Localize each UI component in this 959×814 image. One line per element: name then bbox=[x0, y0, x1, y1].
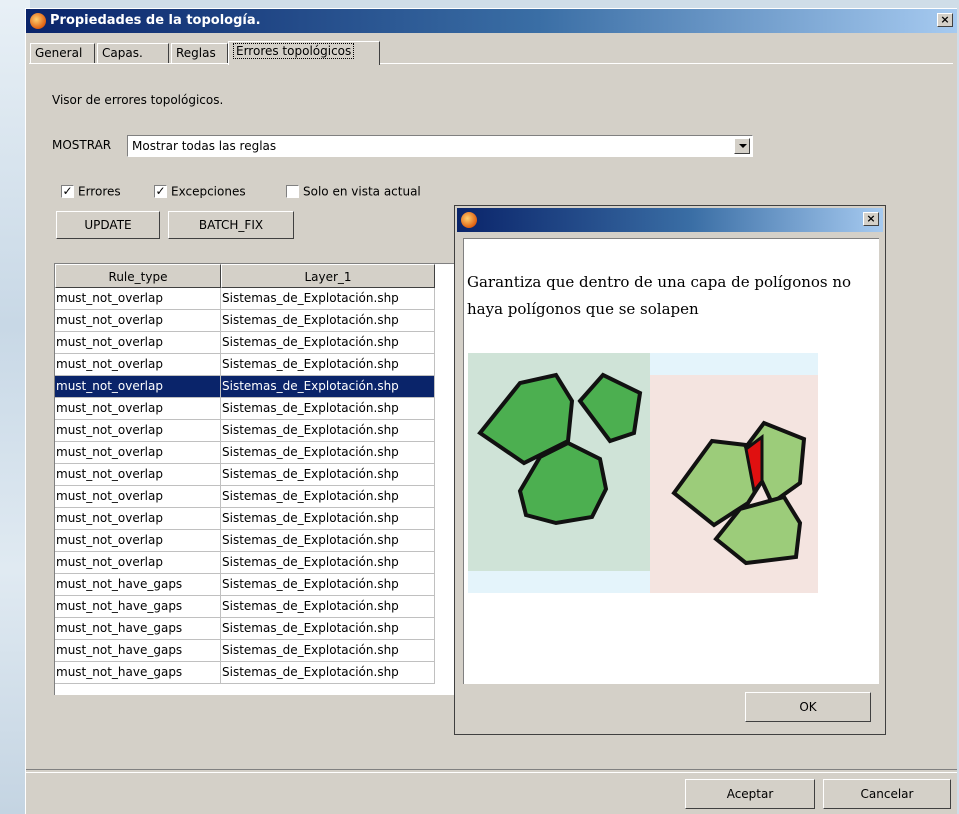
cell-layer-1: Sistemas_de_Explotación.shp bbox=[221, 640, 435, 662]
batch-fix-button[interactable]: BATCH_FIX bbox=[168, 211, 294, 239]
table-row[interactable]: must_not_overlap Sistemas_de_Explotación.… bbox=[55, 464, 435, 486]
cell-rule-type: must_not_have_gaps bbox=[55, 596, 221, 618]
cell-rule-type: must_not_have_gaps bbox=[55, 618, 221, 640]
overlap-panel-strip bbox=[650, 353, 818, 375]
table-row[interactable]: must_not_overlap Sistemas_de_Explotación.… bbox=[55, 420, 435, 442]
cell-layer-1: Sistemas_de_Explotación.shp bbox=[221, 552, 435, 574]
table-row[interactable]: must_not_overlap Sistemas_de_Explotación.… bbox=[55, 486, 435, 508]
cell-rule-type: must_not_overlap bbox=[55, 508, 221, 530]
tab-errores-topologicos[interactable]: Errores topológicos bbox=[228, 41, 380, 65]
table-row[interactable]: must_not_have_gaps Sistemas_de_Explotació… bbox=[55, 618, 435, 640]
table-row[interactable]: must_not_overlap Sistemas_de_Explotación.… bbox=[55, 530, 435, 552]
cell-rule-type: must_not_have_gaps bbox=[55, 640, 221, 662]
current-view-checkbox[interactable]: Solo en vista actual bbox=[286, 184, 421, 200]
cell-layer-1: Sistemas_de_Explotación.shp bbox=[221, 596, 435, 618]
rule-description: Garantiza que dentro de una capa de polí… bbox=[467, 273, 852, 318]
cell-rule-type: must_not_overlap bbox=[55, 486, 221, 508]
cell-rule-type: must_not_overlap bbox=[55, 288, 221, 310]
tab-errores-topologicos-label: Errores topológicos bbox=[233, 43, 355, 59]
table-row[interactable]: must_not_overlap Sistemas_de_Explotación.… bbox=[55, 332, 435, 354]
cell-layer-1: Sistemas_de_Explotación.shp bbox=[221, 508, 435, 530]
cell-layer-1: Sistemas_de_Explotación.shp bbox=[221, 332, 435, 354]
cell-layer-1: Sistemas_de_Explotación.shp bbox=[221, 420, 435, 442]
column-header-layer-1[interactable]: Layer_1 bbox=[221, 264, 435, 288]
table-row[interactable]: must_not_have_gaps Sistemas_de_Explotació… bbox=[55, 640, 435, 662]
cell-layer-1: Sistemas_de_Explotación.shp bbox=[221, 354, 435, 376]
popup-close-button[interactable]: × bbox=[863, 212, 879, 226]
cell-layer-1: Sistemas_de_Explotación.shp bbox=[221, 486, 435, 508]
table-row[interactable]: must_not_have_gaps Sistemas_de_Explotació… bbox=[55, 662, 435, 684]
cell-layer-1: Sistemas_de_Explotación.shp bbox=[221, 288, 435, 310]
cell-layer-1: Sistemas_de_Explotación.shp bbox=[221, 574, 435, 596]
errors-checkbox-label: Errores bbox=[78, 184, 121, 199]
viewer-heading: Visor de errores topológicos. bbox=[52, 93, 224, 107]
cell-layer-1: Sistemas_de_Explotación.shp bbox=[221, 310, 435, 332]
show-label: MOSTRAR bbox=[52, 138, 112, 152]
cell-rule-type: must_not_overlap bbox=[55, 398, 221, 420]
update-button[interactable]: UPDATE bbox=[56, 211, 160, 239]
table-row[interactable]: must_not_overlap Sistemas_de_Explotación.… bbox=[55, 442, 435, 464]
cell-rule-type: must_not_overlap bbox=[55, 376, 221, 398]
cell-rule-type: must_not_overlap bbox=[55, 332, 221, 354]
current-view-checkbox-label: Solo en vista actual bbox=[303, 184, 421, 199]
rule-description-popup: × Garantiza que dentro de una capa de po… bbox=[454, 205, 886, 735]
table-row[interactable]: must_not_have_gaps Sistemas_de_Explotació… bbox=[55, 574, 435, 596]
cell-rule-type: must_not_overlap bbox=[55, 354, 221, 376]
popup-content: Garantiza que dentro de una capa de polí… bbox=[463, 238, 879, 684]
table-row[interactable]: must_not_overlap Sistemas_de_Explotación.… bbox=[55, 288, 435, 310]
show-rules-value: Mostrar todas las reglas bbox=[132, 139, 277, 153]
footer-divider bbox=[26, 769, 957, 773]
cell-rule-type: must_not_overlap bbox=[55, 442, 221, 464]
window-title: Propiedades de la topología. bbox=[50, 13, 261, 28]
exceptions-checkbox[interactable]: ✓ Excepciones bbox=[154, 184, 246, 200]
chevron-down-icon[interactable] bbox=[734, 138, 750, 154]
exceptions-checkbox-label: Excepciones bbox=[171, 184, 246, 199]
app-logo-icon bbox=[30, 13, 46, 29]
table-row[interactable]: must_not_have_gaps Sistemas_de_Explotació… bbox=[55, 596, 435, 618]
tab-reglas[interactable]: Reglas bbox=[171, 43, 228, 63]
rule-illustration bbox=[468, 353, 818, 593]
cell-layer-1: Sistemas_de_Explotación.shp bbox=[221, 530, 435, 552]
cell-layer-1: Sistemas_de_Explotación.shp bbox=[221, 442, 435, 464]
table-row[interactable]: must_not_overlap Sistemas_de_Explotación.… bbox=[55, 552, 435, 574]
table-row[interactable]: must_not_overlap Sistemas_de_Explotación.… bbox=[55, 376, 435, 398]
table-row[interactable]: must_not_overlap Sistemas_de_Explotación.… bbox=[55, 310, 435, 332]
popup-title-bar[interactable]: × bbox=[457, 208, 883, 232]
current-view-check-box bbox=[286, 185, 299, 198]
cell-rule-type: must_not_overlap bbox=[55, 552, 221, 574]
table-row[interactable]: must_not_overlap Sistemas_de_Explotación.… bbox=[55, 398, 435, 420]
cell-layer-1: Sistemas_de_Explotación.shp bbox=[221, 662, 435, 684]
errors-check-icon: ✓ bbox=[61, 184, 74, 198]
title-bar[interactable]: Propiedades de la topología. × bbox=[26, 9, 957, 33]
no-overlap-panel-strip bbox=[468, 571, 650, 593]
ok-button[interactable]: OK bbox=[745, 692, 871, 722]
cell-rule-type: must_not_have_gaps bbox=[55, 662, 221, 684]
cell-rule-type: must_not_overlap bbox=[55, 530, 221, 552]
column-header-rule-type[interactable]: Rule_type bbox=[55, 264, 221, 288]
cell-rule-type: must_not_overlap bbox=[55, 464, 221, 486]
cell-rule-type: must_not_overlap bbox=[55, 310, 221, 332]
cell-layer-1: Sistemas_de_Explotación.shp bbox=[221, 398, 435, 420]
cell-rule-type: must_not_overlap bbox=[55, 420, 221, 442]
accept-button[interactable]: Aceptar bbox=[685, 779, 815, 809]
table-header: Rule_type Layer_1 bbox=[55, 264, 435, 288]
close-button[interactable]: × bbox=[937, 13, 953, 27]
topology-properties-window: Propiedades de la topología. × General C… bbox=[25, 8, 957, 814]
cell-rule-type: must_not_have_gaps bbox=[55, 574, 221, 596]
table-row[interactable]: must_not_overlap Sistemas_de_Explotación.… bbox=[55, 508, 435, 530]
cell-layer-1: Sistemas_de_Explotación.shp bbox=[221, 464, 435, 486]
cell-layer-1: Sistemas_de_Explotación.shp bbox=[221, 376, 435, 398]
show-rules-select[interactable]: Mostrar todas las reglas bbox=[127, 135, 753, 157]
tab-general[interactable]: General bbox=[30, 43, 95, 63]
tab-capas[interactable]: Capas. bbox=[97, 43, 169, 63]
exceptions-check-icon: ✓ bbox=[154, 184, 167, 198]
table-row[interactable]: must_not_overlap Sistemas_de_Explotación.… bbox=[55, 354, 435, 376]
popup-app-icon bbox=[461, 212, 477, 228]
cell-layer-1: Sistemas_de_Explotación.shp bbox=[221, 618, 435, 640]
cancel-button[interactable]: Cancelar bbox=[823, 779, 951, 809]
errors-checkbox[interactable]: ✓ Errores bbox=[61, 184, 121, 200]
